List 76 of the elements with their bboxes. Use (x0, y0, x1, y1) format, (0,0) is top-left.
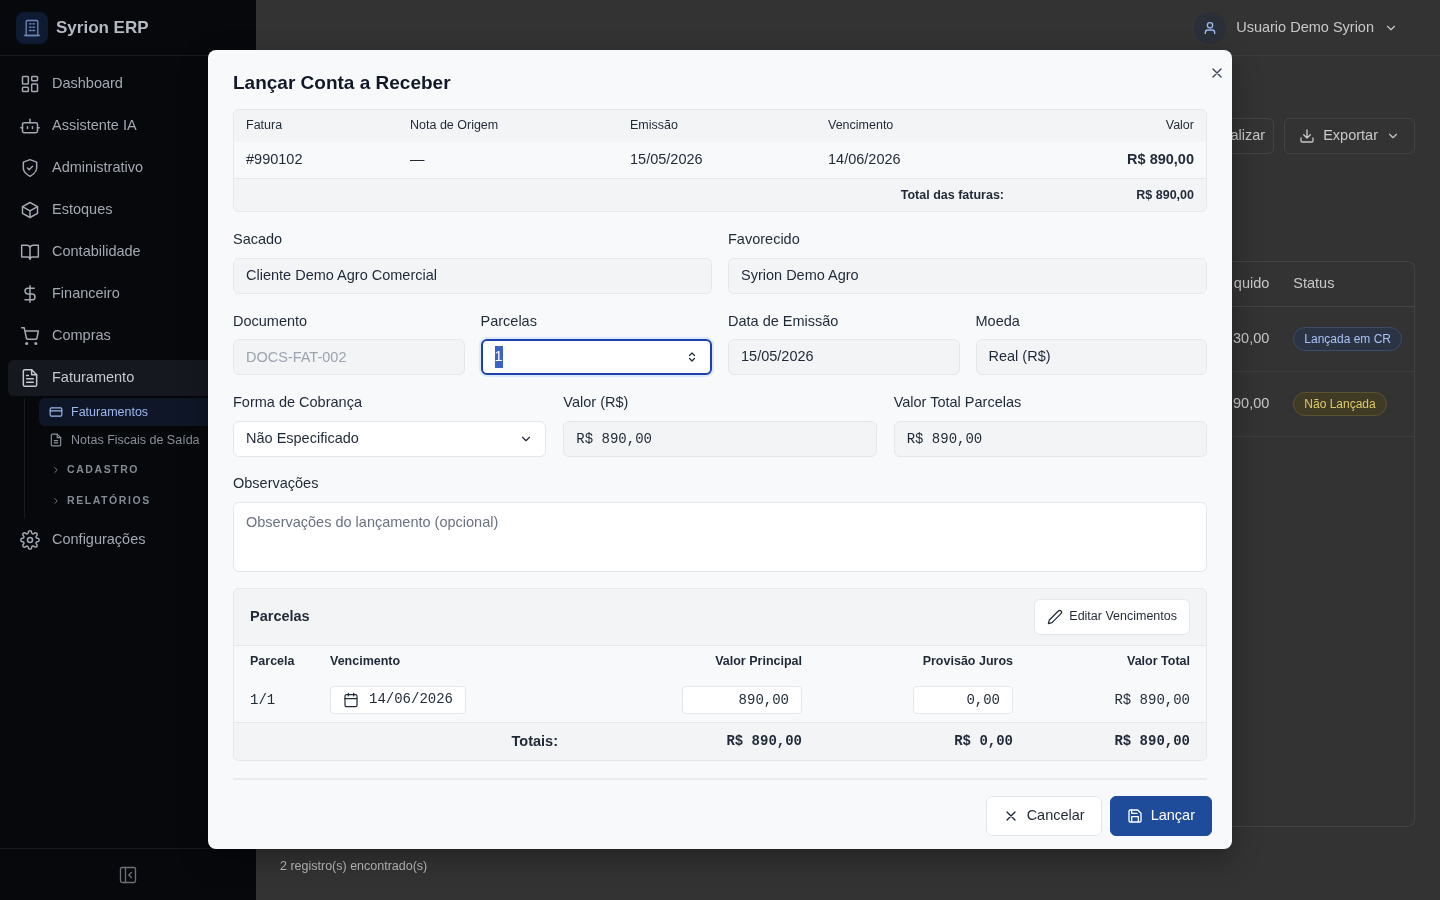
field-label: Documento (233, 311, 309, 331)
field-label: Observações (233, 474, 320, 494)
logo-icon (16, 11, 48, 44)
cart-icon (20, 326, 40, 346)
status-tag: Não Lançada (1293, 391, 1387, 416)
column-header: Vencimento (314, 645, 570, 678)
column-header: Fatura (234, 109, 398, 142)
totals-label: Totais: (234, 722, 570, 760)
column-header: Status (1281, 262, 1414, 306)
table-cell: 14/06/2026 (816, 141, 1016, 179)
column-header: Emissão (618, 109, 816, 142)
column-header: Valor Principal (570, 645, 818, 678)
app-name: Syrion ERP (56, 16, 149, 39)
table-cell: 15/05/2026 (618, 141, 816, 179)
field-label: Valor (R$) (563, 393, 630, 413)
input-field[interactable]: Syrion Demo Agro (728, 257, 1207, 294)
input-field[interactable]: R$ 890,00 (563, 421, 877, 458)
settings-icon (20, 530, 40, 550)
shield-icon (20, 158, 40, 178)
select-field[interactable]: Não Especificado (233, 421, 547, 458)
column-header: Valor Total (1029, 645, 1206, 678)
field-label: Favorecido (728, 229, 801, 249)
dashboard-icon (20, 74, 40, 94)
date-field[interactable]: 14/06/2026 (330, 685, 466, 714)
robot-icon (20, 116, 40, 136)
column-header: Valor (1016, 109, 1206, 142)
book-icon (20, 242, 40, 262)
download-icon (1299, 128, 1316, 144)
column-header: Parcela (234, 645, 314, 678)
calendar-icon (343, 691, 359, 708)
submit-button[interactable]: Lançar (1109, 795, 1212, 836)
status-tag: Lançada em CR (1293, 326, 1402, 351)
table-cell: R$ 890,00 (1029, 677, 1206, 723)
table-cell: R$ 890,00 (1016, 141, 1206, 179)
save-icon (1126, 807, 1143, 824)
notes-field[interactable]: Observações do lançamento (opcional) (233, 501, 1207, 572)
input-field[interactable]: DOCS-FAT-002 (233, 339, 465, 376)
total-value: R$ 890,00 (1016, 178, 1206, 211)
input-field[interactable]: Cliente Demo Agro Comercial (233, 257, 712, 294)
edit-due-dates-button[interactable]: Editar Vencimentos (1034, 598, 1190, 635)
input-field[interactable]: Real (R$) (975, 339, 1207, 376)
table-cell: 1/1 (234, 677, 314, 723)
amount-field[interactable]: 890,00 (682, 686, 802, 715)
dialog-title: Lançar Conta a Receber (233, 72, 451, 95)
total-value: R$ 890,00 (1029, 722, 1206, 760)
total-label: Total das faturas: (234, 178, 1016, 211)
field-label: Data de Emissão (728, 311, 840, 331)
spinner-arrows-icon (686, 351, 698, 364)
field-label: Sacado (233, 229, 284, 249)
chevron-right-icon (51, 464, 61, 475)
document-icon (20, 368, 40, 388)
column-header: Nota de Origem (398, 109, 618, 142)
sidebar-collapse-icon (118, 864, 138, 885)
input-field[interactable]: 15/05/2026 (728, 339, 960, 376)
pencil-icon (1047, 608, 1064, 625)
collapse-button[interactable] (118, 864, 138, 885)
column-header: Vencimento (816, 109, 1016, 142)
field-label: Valor Total Parcelas (893, 393, 1023, 413)
record-count: 2 registro(s) encontrado(s) (280, 858, 429, 875)
number-field[interactable]: 1 (480, 339, 712, 376)
panel-title: Parcelas (250, 606, 310, 626)
document-icon (49, 433, 63, 447)
field-label: Parcelas (480, 311, 538, 331)
export-button[interactable]: Exportar (1284, 118, 1415, 154)
field-label: Moeda (975, 311, 1021, 331)
card-icon (49, 405, 63, 419)
table-cell: #990102 (234, 141, 398, 179)
table-cell: — (398, 141, 618, 179)
column-header: Provisão Juros (818, 645, 1029, 678)
amount-field[interactable]: 0,00 (913, 686, 1013, 715)
cancel-button[interactable]: Cancelar (985, 795, 1102, 836)
user-menu[interactable]: Usuario Demo Syrion (1188, 10, 1404, 45)
input-field[interactable]: R$ 890,00 (893, 421, 1207, 458)
chevron-right-icon (51, 495, 61, 506)
box-icon (20, 200, 40, 220)
avatar-icon (1194, 11, 1227, 44)
